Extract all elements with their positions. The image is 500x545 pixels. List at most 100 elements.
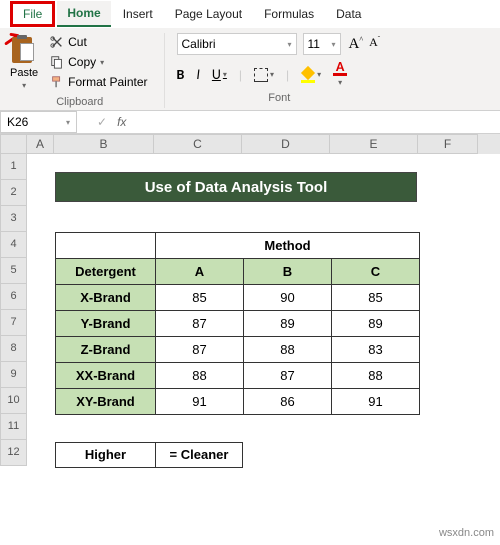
value-cell[interactable]: 83	[332, 337, 420, 363]
col-c-header[interactable]: C	[332, 259, 420, 285]
row-header[interactable]: 8	[0, 336, 27, 362]
fx-cancel-icon[interactable]: ✓	[97, 115, 107, 129]
value-cell[interactable]: 89	[332, 311, 420, 337]
formula-bar: K26▾ ✓ fx	[0, 111, 500, 134]
value-cell[interactable]: 88	[156, 363, 244, 389]
col-header[interactable]: C	[154, 134, 242, 154]
value-cell[interactable]: 87	[156, 337, 244, 363]
col-b-header[interactable]: B	[244, 259, 332, 285]
row-header[interactable]: 2	[0, 180, 27, 206]
tab-insert[interactable]: Insert	[113, 2, 163, 26]
value-cell[interactable]: 87	[156, 311, 244, 337]
worksheet: A B C D E F 1 2 3 4 5 6 7 8 9 10 11 12 U…	[0, 134, 500, 466]
table-row: Detergent A B C	[56, 259, 420, 285]
column-headers: A B C D E F	[0, 134, 500, 154]
underline-button[interactable]: U ▾	[212, 66, 227, 83]
data-table: Method Detergent A B C X-Brand 85 90 85 …	[55, 232, 420, 415]
increase-font-button[interactable]: A^	[347, 33, 366, 55]
fill-color-button[interactable]: ▾	[301, 66, 321, 83]
group-label-font: Font	[268, 92, 290, 104]
bold-button[interactable]: B	[177, 66, 185, 83]
col-a-header[interactable]: A	[156, 259, 244, 285]
row-header[interactable]: 6	[0, 284, 27, 310]
chevron-down-icon[interactable]: ▾	[100, 58, 104, 67]
table-row: Method	[56, 233, 420, 259]
ribbon-body: Paste ▾ Cut Copy ▾ Format Painter C	[0, 28, 500, 111]
value-cell[interactable]: 87	[244, 363, 332, 389]
font-name-select[interactable]: Calibri▾	[177, 33, 297, 55]
col-header[interactable]: B	[54, 134, 154, 154]
brush-icon	[50, 75, 64, 89]
select-all-corner[interactable]	[0, 134, 27, 154]
copy-button[interactable]: Copy ▾	[46, 53, 151, 71]
group-clipboard: Paste ▾ Cut Copy ▾ Format Painter C	[8, 33, 165, 108]
font-size-select[interactable]: 11▾	[303, 33, 341, 55]
row-header[interactable]: 12	[0, 440, 27, 466]
brand-cell[interactable]: XY-Brand	[56, 389, 156, 415]
brand-cell[interactable]: Y-Brand	[56, 311, 156, 337]
value-cell[interactable]: 85	[156, 285, 244, 311]
cells-area[interactable]: Use of Data Analysis Tool Method Deterge…	[27, 154, 500, 466]
col-header[interactable]: A	[27, 134, 54, 154]
group-font: Calibri▾ 11▾ A^ Aˇ B I U ▾ | ▾ |	[177, 33, 395, 108]
font-color-button[interactable]: A ▾	[333, 61, 347, 88]
detergent-header[interactable]: Detergent	[56, 259, 156, 285]
method-header[interactable]: Method	[156, 233, 420, 259]
row-header[interactable]: 5	[0, 258, 27, 284]
borders-button[interactable]: ▾	[254, 68, 274, 82]
col-header[interactable]: E	[330, 134, 418, 154]
tab-file[interactable]: File	[10, 1, 55, 27]
title-banner: Use of Data Analysis Tool	[55, 172, 417, 202]
table-row: Z-Brand 87 88 83	[56, 337, 420, 363]
copy-icon	[50, 55, 64, 69]
legend: Higher = Cleaner	[55, 442, 243, 468]
cut-button[interactable]: Cut	[46, 33, 151, 51]
row-headers: 1 2 3 4 5 6 7 8 9 10 11 12	[0, 154, 27, 466]
value-cell[interactable]: 88	[332, 363, 420, 389]
legend-cleaner[interactable]: = Cleaner	[155, 442, 243, 468]
value-cell[interactable]: 89	[244, 311, 332, 337]
value-cell[interactable]: 88	[244, 337, 332, 363]
col-header[interactable]: D	[242, 134, 330, 154]
decrease-font-button[interactable]: Aˇ	[367, 33, 382, 55]
cell-empty[interactable]	[56, 233, 156, 259]
chevron-down-icon[interactable]: ▾	[22, 81, 26, 90]
brand-cell[interactable]: XX-Brand	[56, 363, 156, 389]
tab-home[interactable]: Home	[57, 1, 110, 27]
fx-icon[interactable]: fx	[117, 115, 126, 129]
italic-button[interactable]: I	[196, 66, 200, 83]
table-row: XX-Brand 88 87 88	[56, 363, 420, 389]
table-row: XY-Brand 91 86 91	[56, 389, 420, 415]
paste-button[interactable]: Paste ▾	[8, 33, 40, 92]
value-cell[interactable]: 85	[332, 285, 420, 311]
brand-cell[interactable]: Z-Brand	[56, 337, 156, 363]
name-box[interactable]: K26▾	[0, 111, 77, 133]
value-cell[interactable]: 91	[332, 389, 420, 415]
row-header[interactable]: 10	[0, 388, 27, 414]
tab-page-layout[interactable]: Page Layout	[165, 2, 252, 26]
col-header[interactable]: F	[418, 134, 478, 154]
group-label-clipboard: Clipboard	[56, 96, 103, 108]
value-cell[interactable]: 90	[244, 285, 332, 311]
row-header[interactable]: 7	[0, 310, 27, 336]
paste-label: Paste	[10, 67, 38, 79]
legend-higher[interactable]: Higher	[55, 442, 155, 468]
format-painter-button[interactable]: Format Painter	[46, 73, 151, 91]
table-row: Y-Brand 87 89 89	[56, 311, 420, 337]
paste-icon	[12, 35, 36, 65]
row-header[interactable]: 3	[0, 206, 27, 232]
tab-formulas[interactable]: Formulas	[254, 2, 324, 26]
row-header[interactable]: 11	[0, 414, 27, 440]
row-header[interactable]: 9	[0, 362, 27, 388]
table-row: X-Brand 85 90 85	[56, 285, 420, 311]
ribbon-tabs: File Home Insert Page Layout Formulas Da…	[0, 0, 500, 28]
tab-data[interactable]: Data	[326, 2, 371, 26]
watermark: wsxdn.com	[439, 527, 494, 539]
bucket-icon	[301, 66, 315, 80]
value-cell[interactable]: 91	[156, 389, 244, 415]
row-header[interactable]: 4	[0, 232, 27, 258]
border-icon	[254, 68, 268, 82]
brand-cell[interactable]: X-Brand	[56, 285, 156, 311]
row-header[interactable]: 1	[0, 154, 27, 180]
value-cell[interactable]: 86	[244, 389, 332, 415]
